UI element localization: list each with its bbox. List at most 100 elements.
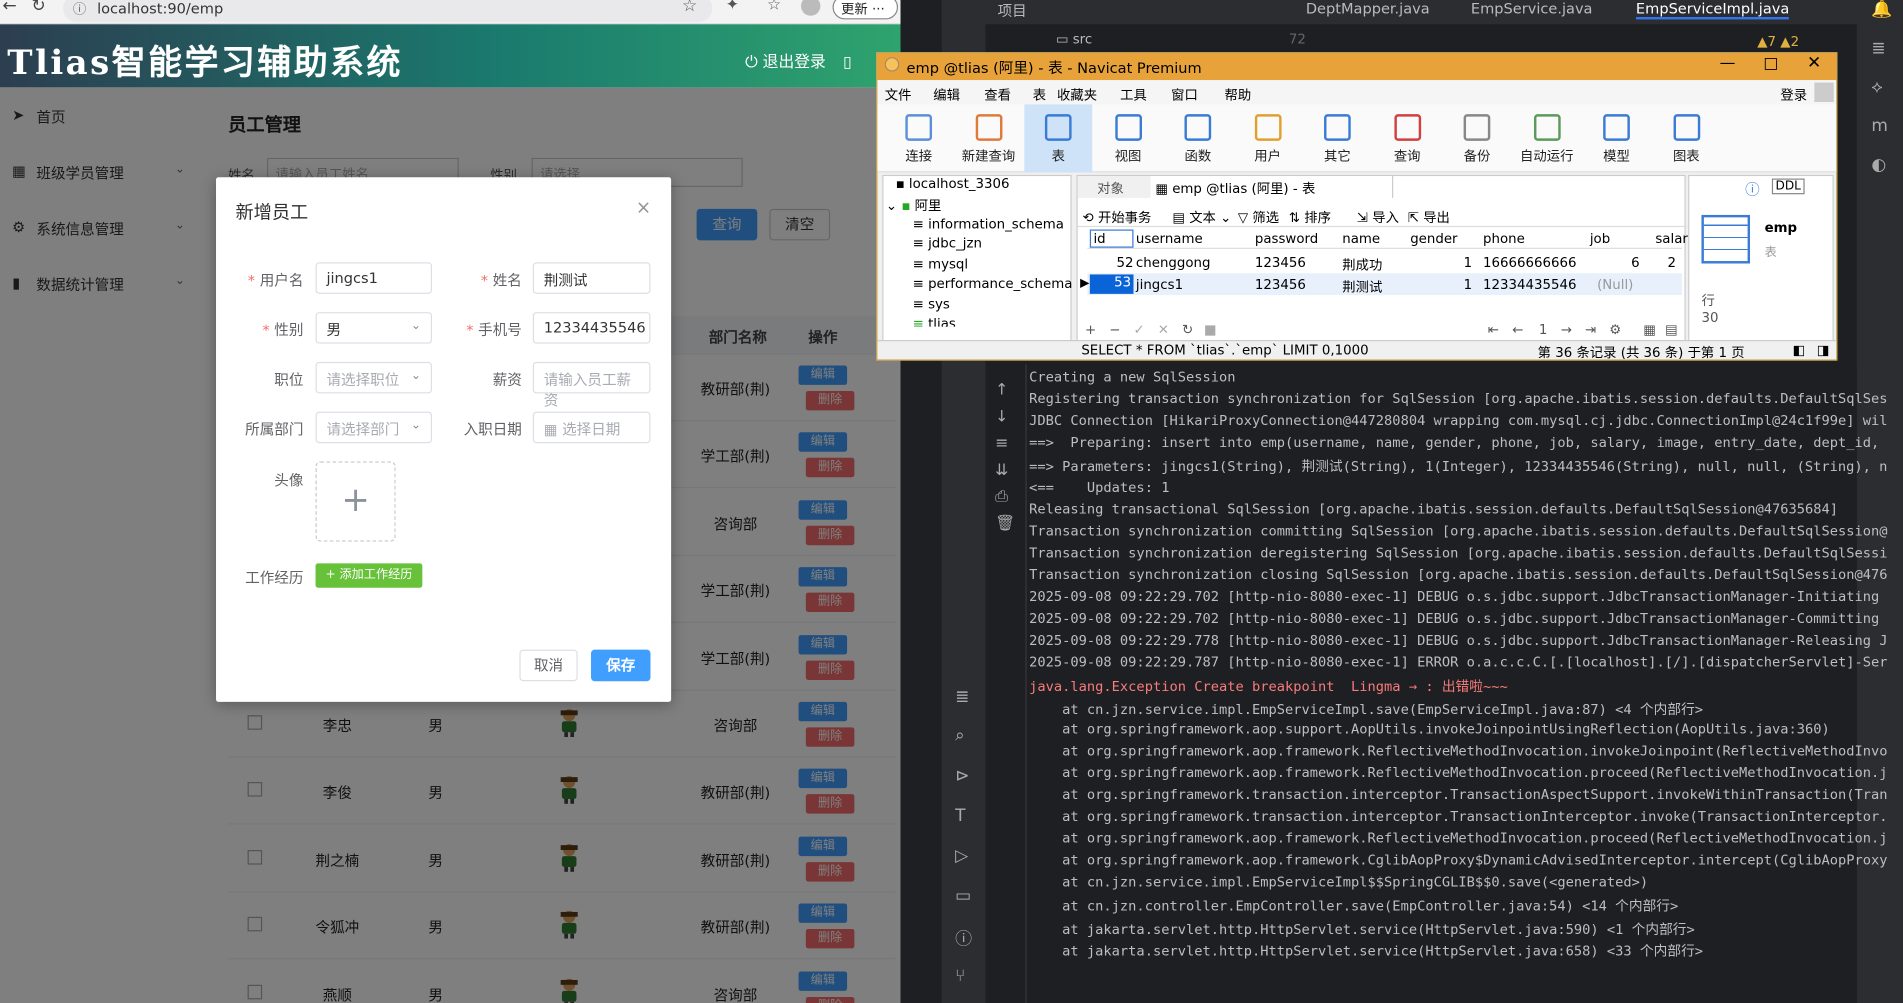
logout-button[interactable]: ⏻ 退出登录 ▯ [745, 49, 852, 71]
git-icon[interactable]: ⑂ [955, 967, 965, 986]
search-icon[interactable]: ⌕ [955, 726, 965, 745]
menu-view[interactable]: 查看 [984, 85, 1011, 104]
col-id[interactable]: id [1089, 229, 1134, 248]
toolbar-user-button[interactable]: 用户 [1234, 104, 1302, 172]
toolbar-view-button[interactable]: 视图 [1094, 104, 1162, 172]
toolbar-table-button[interactable]: 表 [1024, 104, 1093, 173]
name-input[interactable]: 荆测试 [532, 262, 651, 294]
trash-icon[interactable]: 🗑 [995, 515, 1015, 533]
ai-icon[interactable]: ⟡ [1871, 78, 1882, 97]
tab-objects[interactable]: 对象 [1077, 176, 1151, 198]
tree-aliyun[interactable]: ⌄ ▪ 阿里 [886, 196, 941, 215]
form-view-icon[interactable]: ▤ [1665, 322, 1678, 338]
stop-icon[interactable]: ■ [1204, 322, 1217, 338]
info-icon[interactable]: ⓘ [73, 0, 86, 18]
scroll-end-icon[interactable]: ⇊ [995, 461, 1008, 479]
toolbar-function-button[interactable]: 函数 [1164, 104, 1232, 172]
profile-icon[interactable] [800, 0, 821, 16]
warning-counts[interactable]: ▲7 ▲2 [1757, 34, 1799, 50]
cell-username[interactable]: jingcs1 [1136, 277, 1183, 293]
col-gender[interactable]: gender [1410, 231, 1457, 247]
panel-toggle-icon[interactable]: ◧ [1792, 342, 1805, 358]
notifications-icon[interactable]: 🔔 [1871, 0, 1892, 19]
menu-help[interactable]: 帮助 [1225, 85, 1252, 104]
save-button[interactable]: 保存 [591, 649, 651, 682]
col-salary[interactable]: salar [1655, 231, 1688, 247]
maven-icon[interactable]: m [1871, 117, 1888, 136]
settings-icon[interactable]: ⚙ [1609, 322, 1621, 338]
extensions-icon[interactable]: ✦ [726, 0, 739, 15]
salary-input[interactable]: 请输入员工薪资 [532, 361, 651, 409]
console-output[interactable]: Creating a new SqlSession Registering tra… [1026, 364, 1888, 1003]
fullscreen-icon[interactable]: ▯ [843, 53, 852, 71]
phone-input[interactable]: 12334435546 [532, 312, 651, 344]
tree-localhost[interactable]: ▪ localhost_3306 [896, 176, 1010, 192]
discard-icon[interactable]: ✕ [1158, 322, 1169, 338]
toolbar-connect-button[interactable]: 连接 [885, 104, 953, 172]
cell-salary[interactable]: 2 [1667, 255, 1675, 271]
favorites-icon[interactable]: ☆ [767, 0, 781, 15]
tree-db-tlias[interactable]: ≡ tlias [913, 316, 956, 327]
maximize-icon[interactable]: □ [1763, 55, 1778, 73]
cell-job[interactable]: (Null) [1597, 277, 1633, 293]
cell-password[interactable]: 123456 [1255, 255, 1306, 271]
tab-emp-table[interactable]: ▦ emp @tlias (阿里) - 表 [1150, 176, 1394, 198]
terminal-icon[interactable]: ▭ [955, 886, 971, 905]
tree-db-information-schema[interactable]: ≡ information_schema [913, 216, 1064, 232]
tab-empserviceimpl[interactable]: EmpServiceImpl.java [1635, 0, 1790, 20]
prev-page-icon[interactable]: ← [1512, 322, 1523, 338]
cancel-button[interactable]: 取消 [519, 649, 578, 682]
export-button[interactable]: ⇱ 导出 [1408, 208, 1450, 227]
menu-table[interactable]: 表 [1033, 85, 1046, 104]
tree-db-performance-schema[interactable]: ≡ performance_schema [913, 276, 1073, 292]
cell-username[interactable]: chenggong [1136, 255, 1211, 271]
assistant-icon[interactable]: ◐ [1871, 155, 1886, 174]
address-bar[interactable]: ⓘ localhost:90/emp [63, 0, 713, 22]
import-button[interactable]: ⇲ 导入 [1357, 208, 1399, 227]
grid-view-icon[interactable]: ▦ [1643, 322, 1656, 338]
toolbar-others-button[interactable]: 其它 [1303, 104, 1371, 172]
cell-job[interactable]: 6 [1631, 255, 1639, 271]
menu-favorites[interactable]: 收藏夹 [1057, 85, 1097, 104]
minimize-icon[interactable]: — [1720, 55, 1736, 73]
toolbar-new-query-button[interactable]: 新建查询 [954, 104, 1022, 172]
problems-icon[interactable]: ⓘ [955, 927, 972, 951]
delete-row-icon[interactable]: − [1109, 322, 1120, 338]
build-icon[interactable]: T [955, 806, 965, 825]
cell-password[interactable]: 123456 [1255, 277, 1306, 293]
project-label[interactable]: 项目 [998, 0, 1027, 21]
gender-select[interactable]: 男 ⌄ [315, 312, 433, 344]
tab-empservice[interactable]: EmpService.java [1471, 0, 1593, 17]
sort-button[interactable]: ⇅ 排序 [1289, 208, 1331, 227]
wrap-icon[interactable]: ≡ [995, 435, 1008, 453]
cell-phone[interactable]: 12334435546 [1483, 277, 1576, 293]
toolbar-query-button[interactable]: 查询 [1373, 104, 1441, 172]
ddl-icon[interactable]: DDL [1771, 178, 1805, 195]
refresh-icon[interactable]: ↻ [1182, 322, 1193, 338]
filter-button[interactable]: ▽ 筛选 [1238, 208, 1279, 227]
apply-icon[interactable]: ✓ [1134, 322, 1145, 338]
src-folder[interactable]: ▭ src [1056, 32, 1092, 48]
job-select[interactable]: 请选择职位 ⌄ [315, 361, 433, 394]
cell-gender[interactable]: 1 [1464, 277, 1472, 293]
col-username[interactable]: username [1136, 231, 1203, 247]
update-button[interactable]: 更新 ··· [832, 0, 899, 20]
col-name[interactable]: name [1342, 231, 1380, 247]
department-select[interactable]: 请选择部门 ⌄ [315, 411, 433, 444]
panel-toggle-icon[interactable]: ◨ [1817, 342, 1830, 358]
back-icon[interactable]: ← [2, 0, 16, 16]
text-button[interactable]: ▤ 文本 ⌄ [1172, 208, 1231, 227]
menu-window[interactable]: 窗口 [1171, 85, 1198, 104]
menu-file[interactable]: 文件 [885, 85, 912, 104]
begin-transaction-button[interactable]: ⟲ 开始事务 [1083, 208, 1152, 227]
toolbar-chart-button[interactable]: 图表 [1652, 104, 1720, 172]
next-page-icon[interactable]: → [1561, 322, 1572, 338]
add-row-icon[interactable]: + [1085, 322, 1096, 338]
info-icon[interactable]: ⓘ [1745, 179, 1760, 200]
cell-id[interactable]: 53 [1089, 274, 1134, 294]
page-number[interactable]: 1 [1539, 322, 1547, 338]
toolbar-model-button[interactable]: 模型 [1583, 104, 1651, 172]
grid-row-selected[interactable]: ▶ 53 jingcs1 123456 荆测试 1 12334435546 (N… [1080, 273, 1683, 296]
col-password[interactable]: password [1255, 231, 1318, 247]
close-icon[interactable]: × [636, 197, 651, 219]
